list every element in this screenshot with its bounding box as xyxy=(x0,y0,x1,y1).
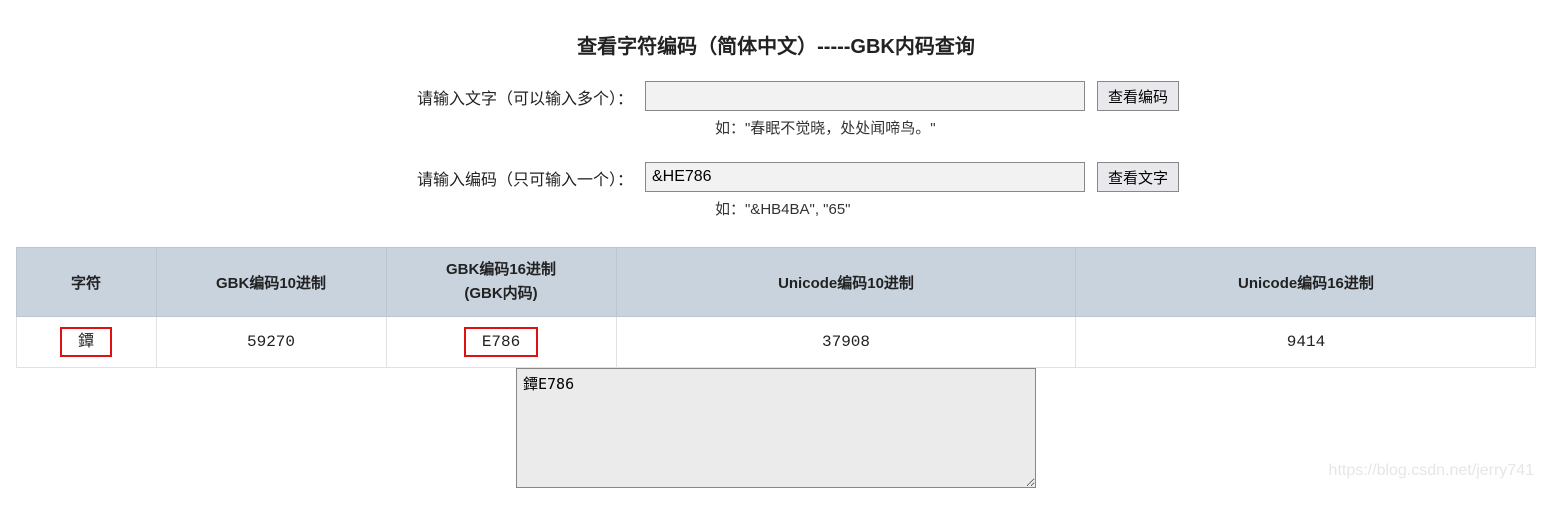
table-header-row: 字符 GBK编码10进制 GBK编码16进制 (GBK内码) Unicode编码… xyxy=(16,248,1536,317)
watermark: https://blog.csdn.net/jerry741 xyxy=(1329,462,1534,480)
cell-gbk10: 59270 xyxy=(156,317,386,368)
th-gbk16: GBK编码16进制 (GBK内码) xyxy=(386,248,616,317)
cell-uni10: 37908 xyxy=(616,317,1076,368)
text-input-label: 请输入文字（可以输入多个）： xyxy=(373,81,633,109)
code-input-col: 如："&HB4BA", "65" xyxy=(645,162,1085,219)
th-uni16: Unicode编码16进制 xyxy=(1076,248,1536,317)
page-title: 查看字符编码（简体中文）-----GBK内码查询 xyxy=(0,30,1552,59)
cell-gbk16: E786 xyxy=(386,317,616,368)
th-gbk16-line1: GBK编码16进制 xyxy=(446,261,556,278)
code-input-hint: 如："&HB4BA", "65" xyxy=(645,198,1085,219)
th-gbk10: GBK编码10进制 xyxy=(156,248,386,317)
th-char: 字符 xyxy=(16,248,156,317)
table-row: 鐔 59270 E786 37908 9414 xyxy=(16,317,1536,368)
view-char-button[interactable]: 查看文字 xyxy=(1097,162,1179,192)
result-table: 字符 GBK编码10进制 GBK编码16进制 (GBK内码) Unicode编码… xyxy=(16,247,1537,368)
text-input-row: 请输入文字（可以输入多个）： 如："春眠不觉晓，处处闻啼鸟。" 查看编码 xyxy=(373,81,1179,138)
code-input-row: 请输入编码（只可输入一个）： 如："&HB4BA", "65" 查看文字 xyxy=(373,162,1179,219)
text-input-col: 如："春眠不觉晓，处处闻啼鸟。" xyxy=(645,81,1085,138)
page-root: 查看字符编码（简体中文）-----GBK内码查询 请输入文字（可以输入多个）： … xyxy=(0,0,1552,488)
view-code-button[interactable]: 查看编码 xyxy=(1097,81,1179,111)
text-input-hint: 如："春眠不觉晓，处处闻啼鸟。" xyxy=(645,117,1085,138)
th-gbk16-line2: (GBK内码) xyxy=(464,285,537,302)
char-highlight: 鐔 xyxy=(60,327,112,357)
th-uni10: Unicode编码10进制 xyxy=(616,248,1076,317)
code-input[interactable] xyxy=(645,162,1085,192)
gbk16-highlight: E786 xyxy=(464,327,538,357)
output-textarea[interactable] xyxy=(516,368,1036,488)
cell-uni16: 9414 xyxy=(1076,317,1536,368)
cell-char: 鐔 xyxy=(16,317,156,368)
code-input-label: 请输入编码（只可输入一个）： xyxy=(373,162,633,190)
text-input[interactable] xyxy=(645,81,1085,111)
form-area: 请输入文字（可以输入多个）： 如："春眠不觉晓，处处闻啼鸟。" 查看编码 请输入… xyxy=(0,81,1552,219)
